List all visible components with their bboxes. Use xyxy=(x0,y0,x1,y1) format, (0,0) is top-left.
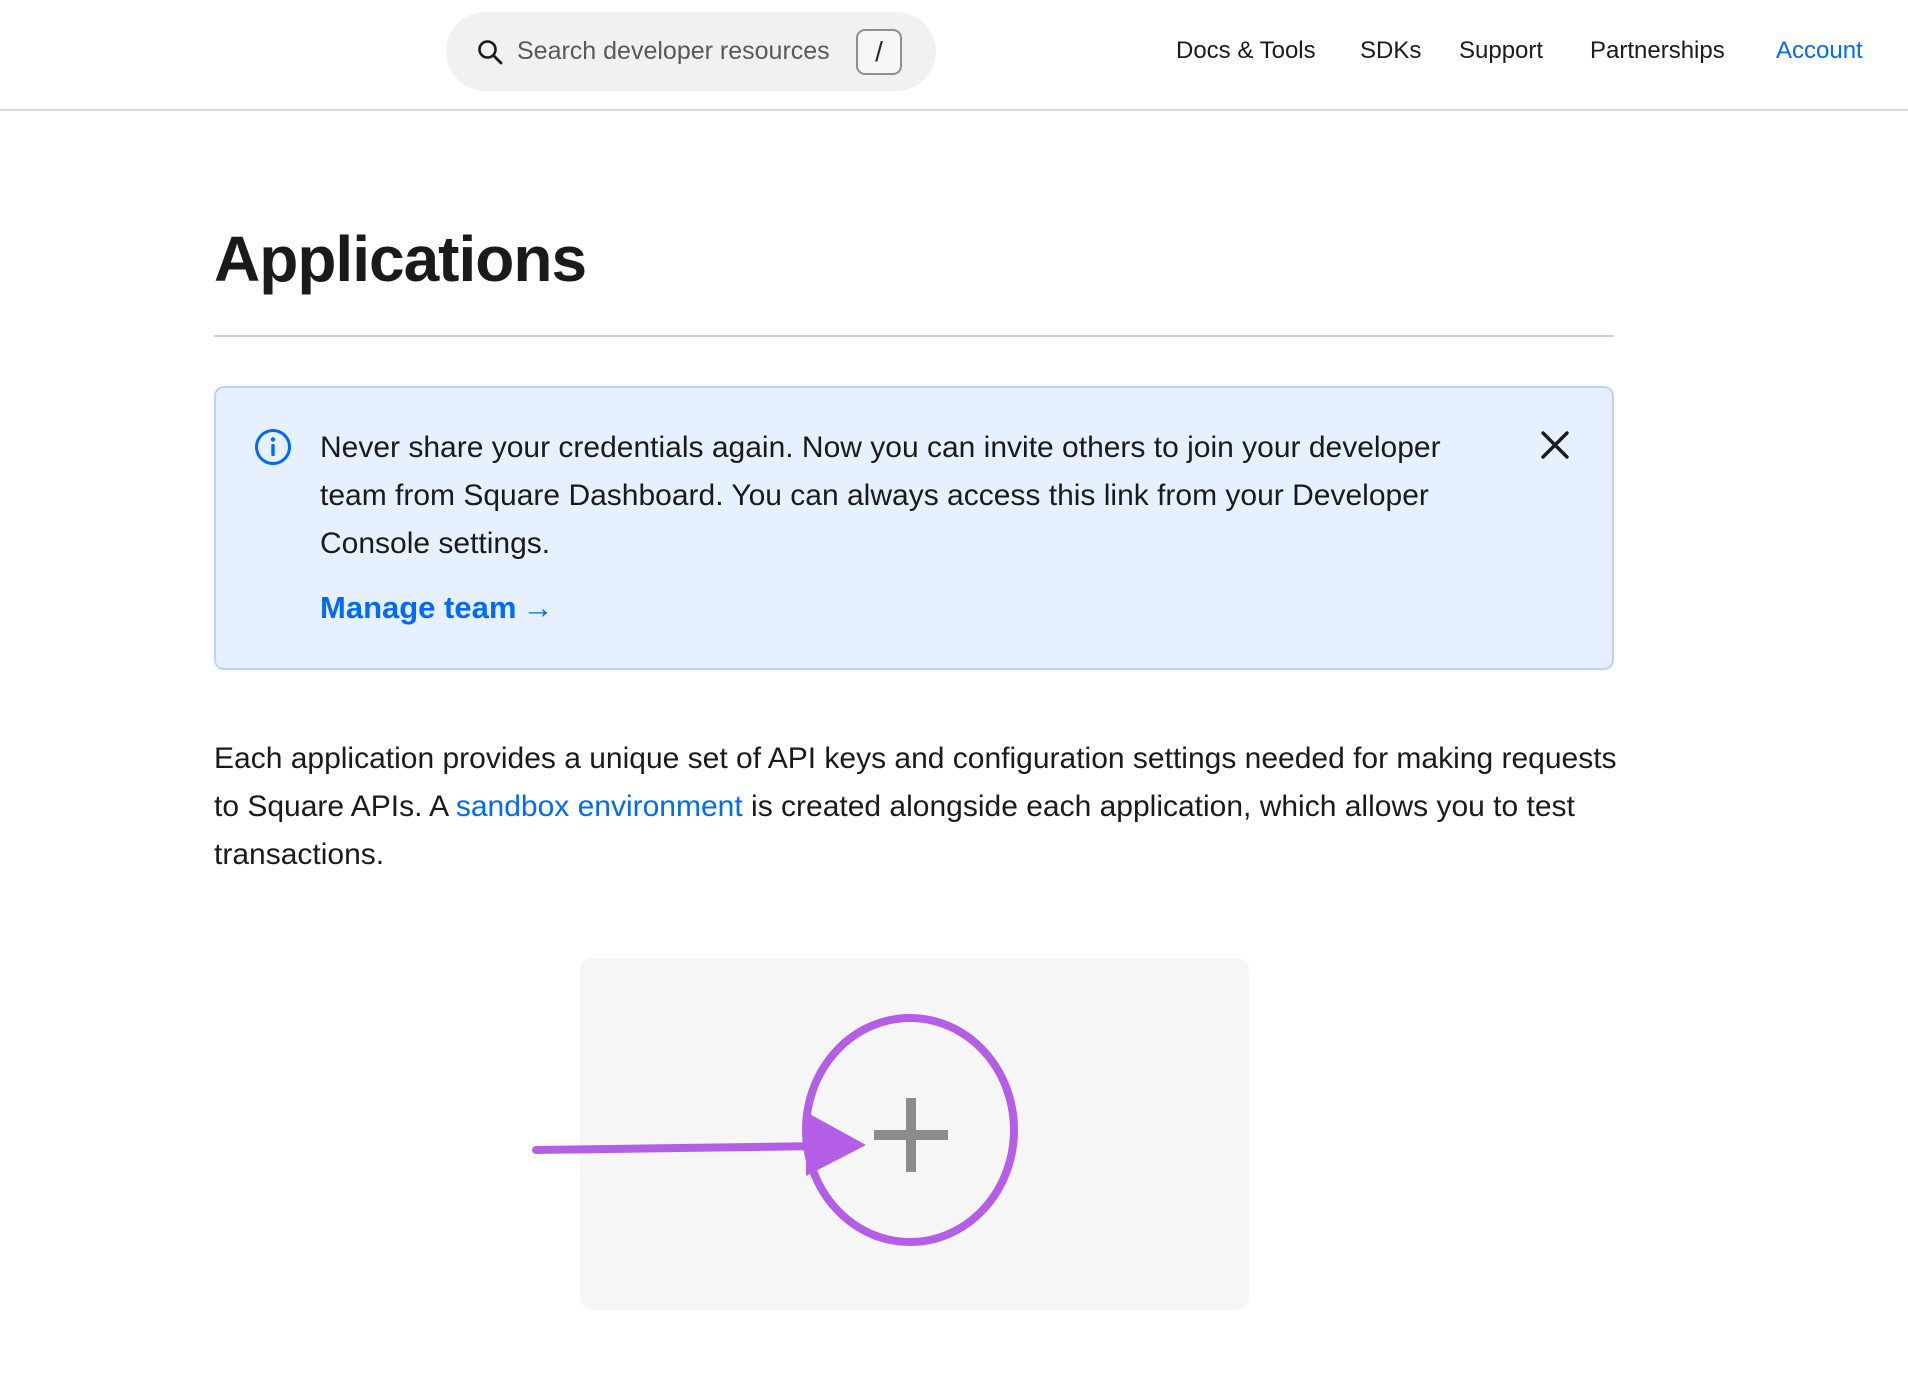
search-bar[interactable]: Search developer resources / xyxy=(446,12,936,91)
plus-icon xyxy=(874,1098,948,1172)
sandbox-environment-link[interactable]: sandbox environment xyxy=(456,790,743,823)
top-header: Search developer resources / Docs & Tool… xyxy=(0,0,1908,111)
title-divider xyxy=(214,335,1614,337)
search-placeholder: Search developer resources xyxy=(517,37,830,65)
manage-team-link[interactable]: Manage team → xyxy=(320,590,553,626)
add-application-button[interactable] xyxy=(580,958,1249,1310)
banner-message: Never share your credentials again. Now … xyxy=(320,431,1441,560)
nav-sdks[interactable]: SDKs xyxy=(1360,0,1421,101)
info-banner: Never share your credentials again. Now … xyxy=(214,386,1614,670)
nav-partnerships[interactable]: Partnerships xyxy=(1590,0,1725,101)
manage-team-label: Manage team xyxy=(320,590,517,625)
nav-account[interactable]: Account xyxy=(1776,0,1863,101)
nav-docs-tools[interactable]: Docs & Tools xyxy=(1176,0,1316,101)
page-title: Applications xyxy=(214,223,587,295)
info-icon xyxy=(255,429,291,465)
search-shortcut-key: / xyxy=(856,29,902,75)
search-icon xyxy=(478,40,503,65)
nav-support[interactable]: Support xyxy=(1459,0,1543,101)
arrow-right-icon: → xyxy=(522,590,554,625)
applications-description: Each application provides a unique set o… xyxy=(214,735,1634,879)
close-icon[interactable] xyxy=(1538,428,1572,462)
